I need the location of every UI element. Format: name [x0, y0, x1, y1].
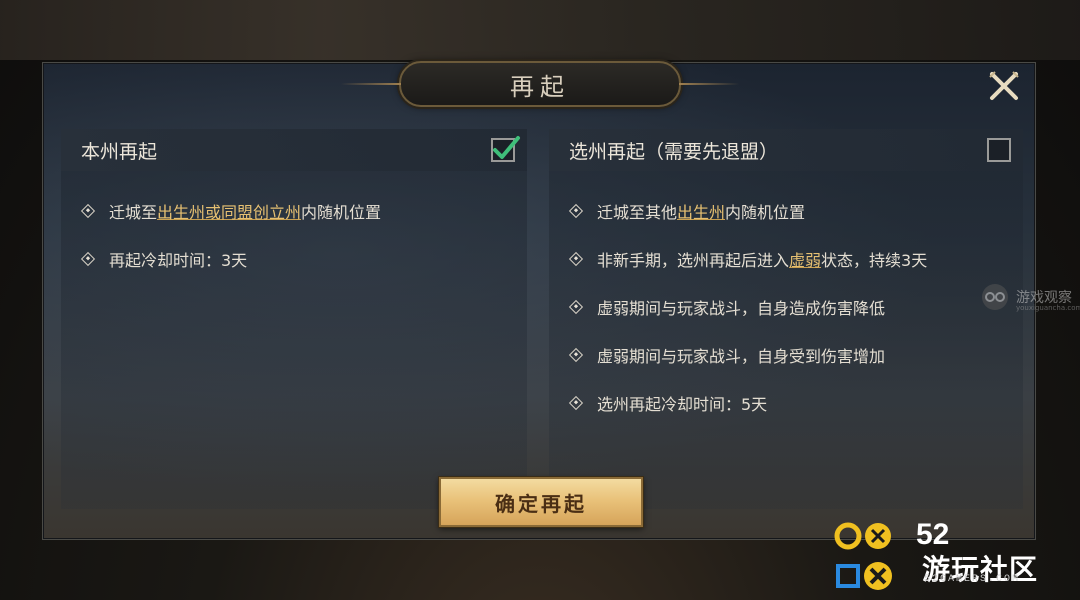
item-highlight: 虚弱	[789, 251, 822, 270]
item-highlight: 出生州	[677, 203, 726, 222]
diamond-bullet-icon	[568, 203, 584, 219]
item-text: 再起冷却时间：3天	[109, 251, 248, 270]
dialog-title-plate: 再起	[341, 61, 681, 107]
diamond-bullet-icon	[80, 203, 96, 219]
list-item: 选州再起冷却时间：5天	[568, 391, 768, 415]
list-item: 迁城至 出生州或同盟创立州 内随机位置	[80, 199, 382, 223]
item-text: 选州再起冷却时间：5天	[597, 395, 768, 414]
item-highlight: 出生州或同盟创立州	[157, 203, 302, 222]
background-blur	[0, 0, 1080, 60]
home-state-checkbox[interactable]	[491, 136, 520, 162]
diamond-bullet-icon	[80, 251, 96, 267]
diamond-bullet-icon	[568, 347, 584, 363]
panel-header: 本州再起	[61, 129, 527, 171]
confirm-button-label: 确定再起	[495, 491, 587, 516]
confirm-restart-button[interactable]: 确定再起	[439, 477, 643, 527]
item-text: 迁城至其他	[597, 203, 678, 222]
panel-home-state-restart: 本州再起 迁城至 出生州或同盟创立州 内随机位置 再起冷却时间：3天	[61, 129, 527, 509]
diamond-bullet-icon	[568, 395, 584, 411]
item-text: 虚弱期间与玩家战斗，自身受到伤害增加	[597, 347, 886, 366]
checkmark-icon	[493, 136, 520, 159]
logo-number: 52	[916, 518, 950, 551]
close-x-icon	[989, 71, 1019, 100]
gamepad-symbols-icon	[834, 522, 892, 590]
close-button[interactable]	[987, 69, 1021, 103]
item-text: 虚弱期间与玩家战斗，自身造成伤害降低	[597, 299, 886, 318]
item-text: 迁城至	[109, 203, 158, 222]
panel-title: 本州再起	[81, 140, 158, 163]
list-item: 迁城至其他 出生州 内随机位置	[568, 199, 806, 223]
watermark-logo-icon	[982, 284, 1008, 310]
choose-state-checkbox[interactable]	[987, 138, 1011, 162]
side-watermark-sub: youxiguancha.com	[1016, 304, 1080, 312]
logo-url: 52GAMERS.COM	[924, 574, 1021, 585]
item-text: 内随机位置	[725, 203, 806, 222]
list-item: 虚弱期间与玩家战斗，自身造成伤害降低	[568, 295, 886, 319]
item-text: 内随机位置	[301, 203, 382, 222]
list-item: 非新手期，选州再起后进入 虚弱 状态，持续3天	[568, 247, 928, 271]
panel-header: 选州再起（需要先退盟）	[549, 129, 1023, 171]
diamond-bullet-icon	[568, 299, 584, 315]
list-item: 再起冷却时间：3天	[80, 247, 248, 271]
panel-choose-state-restart: 选州再起（需要先退盟） 迁城至其他 出生州 内随机位置 非新手期，选州再起后进入 虚弱…	[549, 129, 1023, 509]
list-item: 虚弱期间与玩家战斗，自身受到伤害增加	[568, 343, 886, 367]
side-watermark: 游戏观察 youxiguancha.com	[980, 282, 1080, 312]
diamond-bullet-icon	[568, 251, 584, 267]
logo-watermark: 52 游玩社区 52GAMERS.COM	[832, 518, 1080, 600]
item-text: 状态，持续3天	[821, 251, 928, 270]
item-text: 非新手期，选州再起后进入	[597, 251, 790, 270]
dialog-title: 再起	[510, 72, 570, 101]
panel-title: 选州再起（需要先退盟）	[569, 140, 779, 163]
restart-dialog: 再起 本州再起 迁城至 出生州或同盟创立州 内随机位置 再起冷却时间：3天 选州…	[42, 61, 1036, 540]
